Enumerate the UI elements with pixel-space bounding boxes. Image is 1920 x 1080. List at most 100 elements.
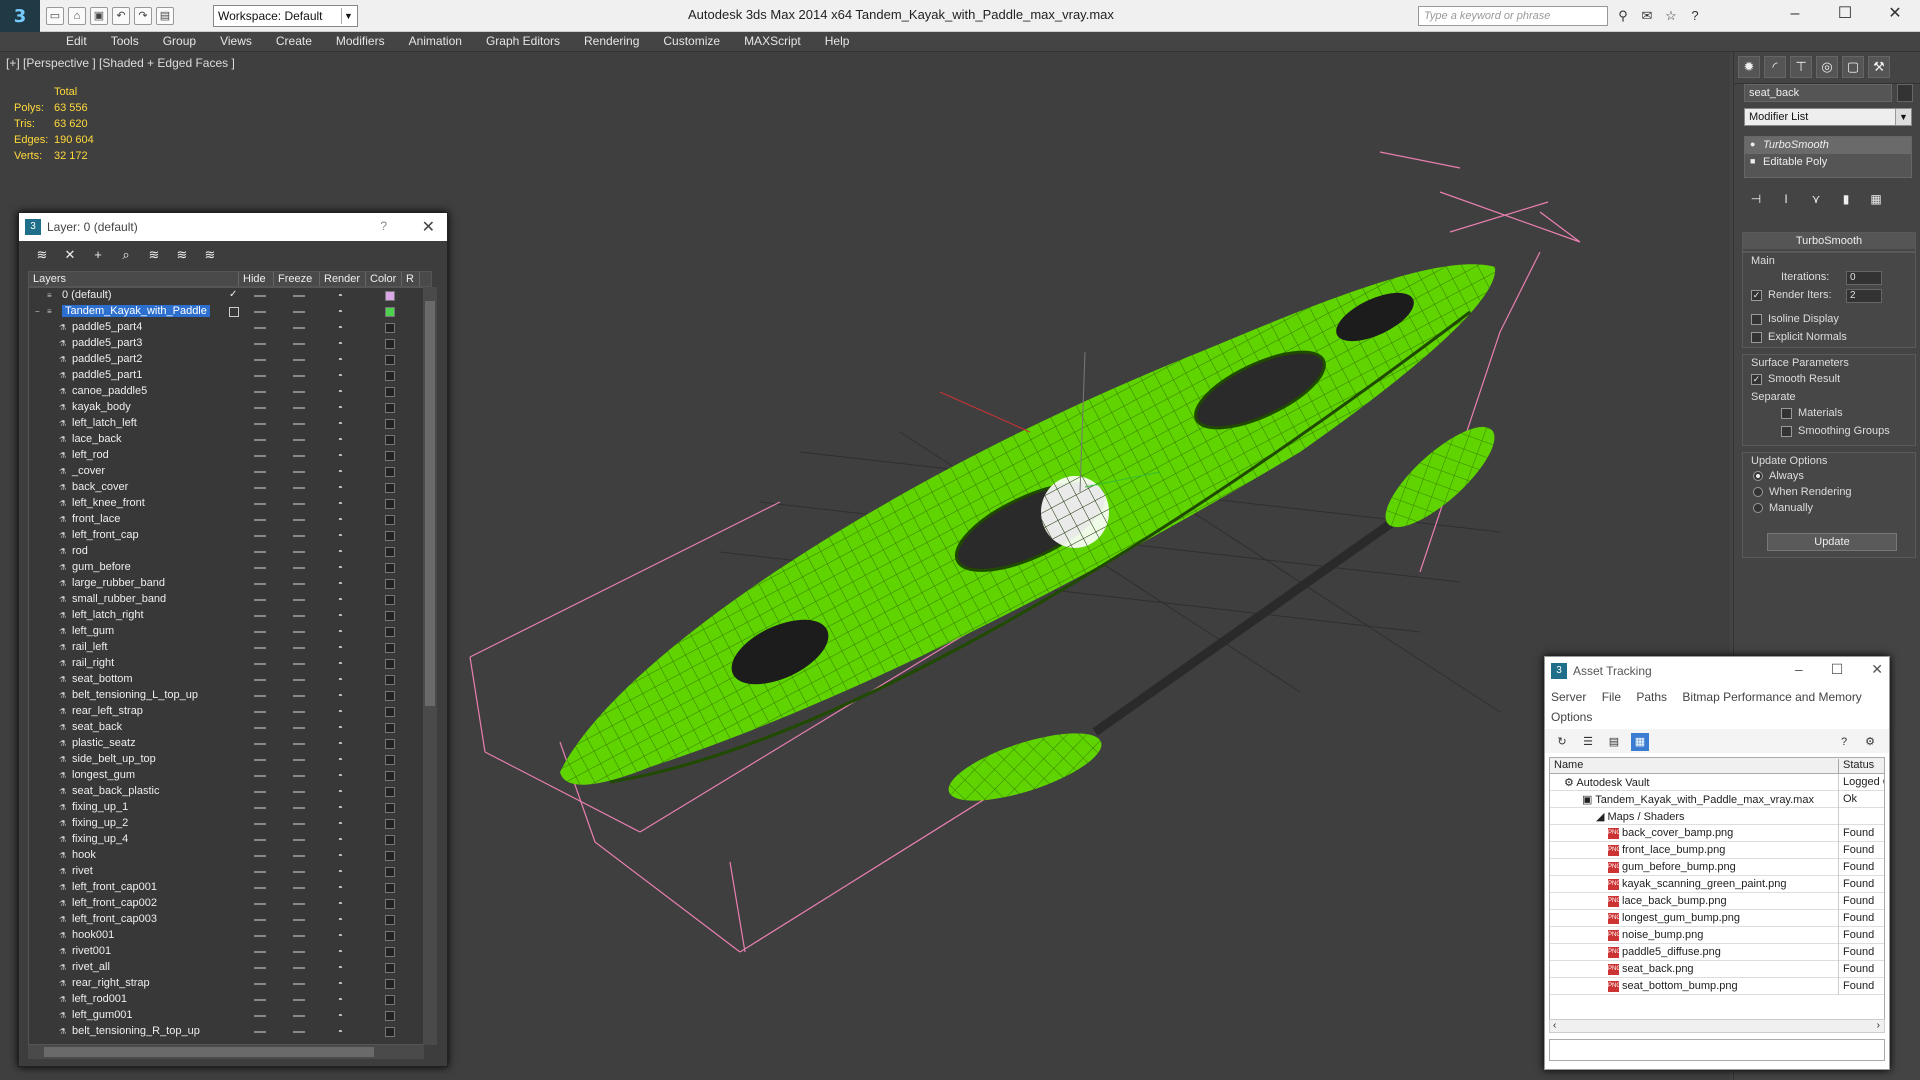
object-color-swatch[interactable] <box>385 435 395 445</box>
communication-icon[interactable]: ✉ <box>1638 7 1656 25</box>
layer-object-row[interactable]: ⚗ small_rubber_band ◓ <box>29 592 423 608</box>
hide-toggle[interactable] <box>254 391 266 393</box>
object-color-swatch[interactable] <box>385 755 395 765</box>
render-teapot-icon[interactable]: ◓ <box>338 531 348 540</box>
table-view-icon[interactable]: ▦ <box>1631 733 1649 751</box>
freeze-toggle[interactable] <box>293 887 305 889</box>
object-color-swatch[interactable] <box>385 675 395 685</box>
asset-row[interactable]: PNGlongest_gum_bump.png Found <box>1550 910 1884 927</box>
hide-toggle[interactable] <box>254 503 266 505</box>
app-logo[interactable]: 3 <box>0 0 40 32</box>
column-freeze[interactable]: Freeze <box>274 272 320 286</box>
object-color-swatch[interactable] <box>385 451 395 461</box>
hide-toggle[interactable] <box>254 807 266 809</box>
asset-window-titlebar[interactable]: 3 Asset Tracking – ☐ ✕ <box>1545 657 1889 685</box>
hide-toggle[interactable] <box>254 551 266 553</box>
render-teapot-icon[interactable]: ◓ <box>338 659 348 668</box>
layer-object-row[interactable]: ⚗ gum_before ◓ <box>29 560 423 576</box>
highlight-layer-icon[interactable]: ≋ <box>145 247 163 263</box>
menu-tools[interactable]: Tools <box>99 32 151 51</box>
layer-object-row[interactable]: ⚗ rail_right ◓ <box>29 656 423 672</box>
freeze-toggle[interactable] <box>293 727 305 729</box>
object-color-swatch[interactable] <box>385 835 395 845</box>
stack-item-turbosmooth[interactable]: ● TurboSmooth <box>1745 137 1911 154</box>
render-teapot-icon[interactable]: ◓ <box>338 467 348 476</box>
object-color-swatch[interactable] <box>385 1027 395 1037</box>
asset-row[interactable]: ⚙ Autodesk Vault Logged O <box>1550 774 1884 791</box>
redo-icon[interactable]: ↷ <box>134 7 152 25</box>
render-teapot-icon[interactable]: ◓ <box>338 387 348 396</box>
viewport-label[interactable]: [+] [Perspective ] [Shaded + Edged Faces… <box>6 56 235 70</box>
object-color-swatch[interactable] <box>385 371 395 381</box>
layer-row-default[interactable]: ≡ 0 (default) ✓ ◓ <box>29 288 423 304</box>
freeze-toggle[interactable] <box>293 903 305 905</box>
menu-maxscript[interactable]: MAXScript <box>732 32 813 51</box>
render-iters-spinner[interactable]: 2 <box>1846 289 1882 303</box>
object-color-swatch[interactable] <box>385 403 395 413</box>
turbosmooth-rollout-header[interactable]: TurboSmooth <box>1742 232 1916 252</box>
iterations-spinner[interactable]: 0 <box>1846 271 1882 285</box>
freeze-toggle[interactable] <box>293 711 305 713</box>
help-icon[interactable]: ? <box>380 219 387 233</box>
object-name-field[interactable]: seat_back <box>1744 84 1892 102</box>
hide-toggle[interactable] <box>254 775 266 777</box>
isoline-checkbox[interactable] <box>1751 313 1762 325</box>
hide-toggle[interactable] <box>254 663 266 665</box>
project-folder-icon[interactable]: ▤ <box>156 7 174 25</box>
vault-help-icon[interactable]: ? <box>1835 733 1853 751</box>
undo-icon[interactable]: ↶ <box>112 7 130 25</box>
motion-tab-icon[interactable]: ◎ <box>1816 56 1838 78</box>
layer-object-row[interactable]: ⚗ left_rod001 ◓ <box>29 992 423 1008</box>
render-teapot-icon[interactable]: ◓ <box>338 819 348 828</box>
render-teapot-icon[interactable]: ◓ <box>338 707 348 716</box>
scroll-thumb[interactable] <box>44 1047 374 1057</box>
object-color-swatch[interactable] <box>385 483 395 493</box>
hide-toggle[interactable] <box>254 823 266 825</box>
object-color-swatch[interactable] <box>385 707 395 717</box>
layer-object-row[interactable]: ⚗ rear_right_strap ◓ <box>29 976 423 992</box>
menu-graph-editors[interactable]: Graph Editors <box>474 32 572 51</box>
render-teapot-icon[interactable]: ◓ <box>338 851 348 860</box>
layer-object-row[interactable]: ⚗ _cover ◓ <box>29 464 423 480</box>
freeze-all-icon[interactable]: ≋ <box>201 247 219 263</box>
object-color-swatch[interactable] <box>385 979 395 989</box>
hide-toggle[interactable] <box>254 983 266 985</box>
hide-toggle[interactable] <box>254 1031 266 1033</box>
layer-object-row[interactable]: ⚗ rear_left_strap ◓ <box>29 704 423 720</box>
render-teapot-icon[interactable]: ◓ <box>338 723 348 732</box>
freeze-toggle[interactable] <box>293 359 305 361</box>
layer-object-row[interactable]: ⚗ left_front_cap003 ◓ <box>29 912 423 928</box>
add-to-layer-icon[interactable]: + <box>89 247 107 263</box>
freeze-toggle[interactable] <box>293 791 305 793</box>
update-button[interactable]: Update <box>1767 533 1897 551</box>
freeze-toggle[interactable] <box>293 295 305 297</box>
freeze-toggle[interactable] <box>293 855 305 857</box>
asset-row[interactable]: ◢ Maps / Shaders <box>1550 808 1884 825</box>
render-teapot-icon[interactable]: ◓ <box>338 995 348 1004</box>
layer-object-row[interactable]: ⚗ lace_back ◓ <box>29 432 423 448</box>
close-icon[interactable]: ✕ <box>422 217 435 237</box>
freeze-toggle[interactable] <box>293 535 305 537</box>
layer-horizontal-scrollbar[interactable] <box>28 1045 424 1059</box>
smoothing-groups-checkbox[interactable] <box>1781 425 1792 437</box>
layer-object-row[interactable]: ⚗ fixing_up_1 ◓ <box>29 800 423 816</box>
layer-object-row[interactable]: ⚗ side_belt_up_top ◓ <box>29 752 423 768</box>
modify-tab-icon[interactable]: ◜ <box>1764 56 1786 78</box>
help-icon[interactable]: ? <box>1686 7 1704 25</box>
render-teapot-icon[interactable]: ◓ <box>338 963 348 972</box>
scroll-thumb[interactable] <box>425 301 435 706</box>
freeze-toggle[interactable] <box>293 1015 305 1017</box>
layer-object-row[interactable]: ⚗ hook001 ◓ <box>29 928 423 944</box>
hide-toggle[interactable] <box>254 919 266 921</box>
column-color[interactable]: Color <box>366 272 402 286</box>
asset-row[interactable]: PNGkayak_scanning_green_paint.png Found <box>1550 876 1884 893</box>
minimize-icon[interactable]: – <box>1795 661 1803 678</box>
column-radiosity[interactable]: R <box>402 272 420 286</box>
hide-toggle[interactable] <box>254 887 266 889</box>
object-color-swatch[interactable] <box>385 771 395 781</box>
render-teapot-icon[interactable]: ◓ <box>338 931 348 940</box>
layer-color-swatch[interactable] <box>385 291 395 301</box>
hide-toggle[interactable] <box>254 791 266 793</box>
hide-toggle[interactable] <box>254 839 266 841</box>
select-objects-icon[interactable]: ⌕ <box>117 247 135 263</box>
